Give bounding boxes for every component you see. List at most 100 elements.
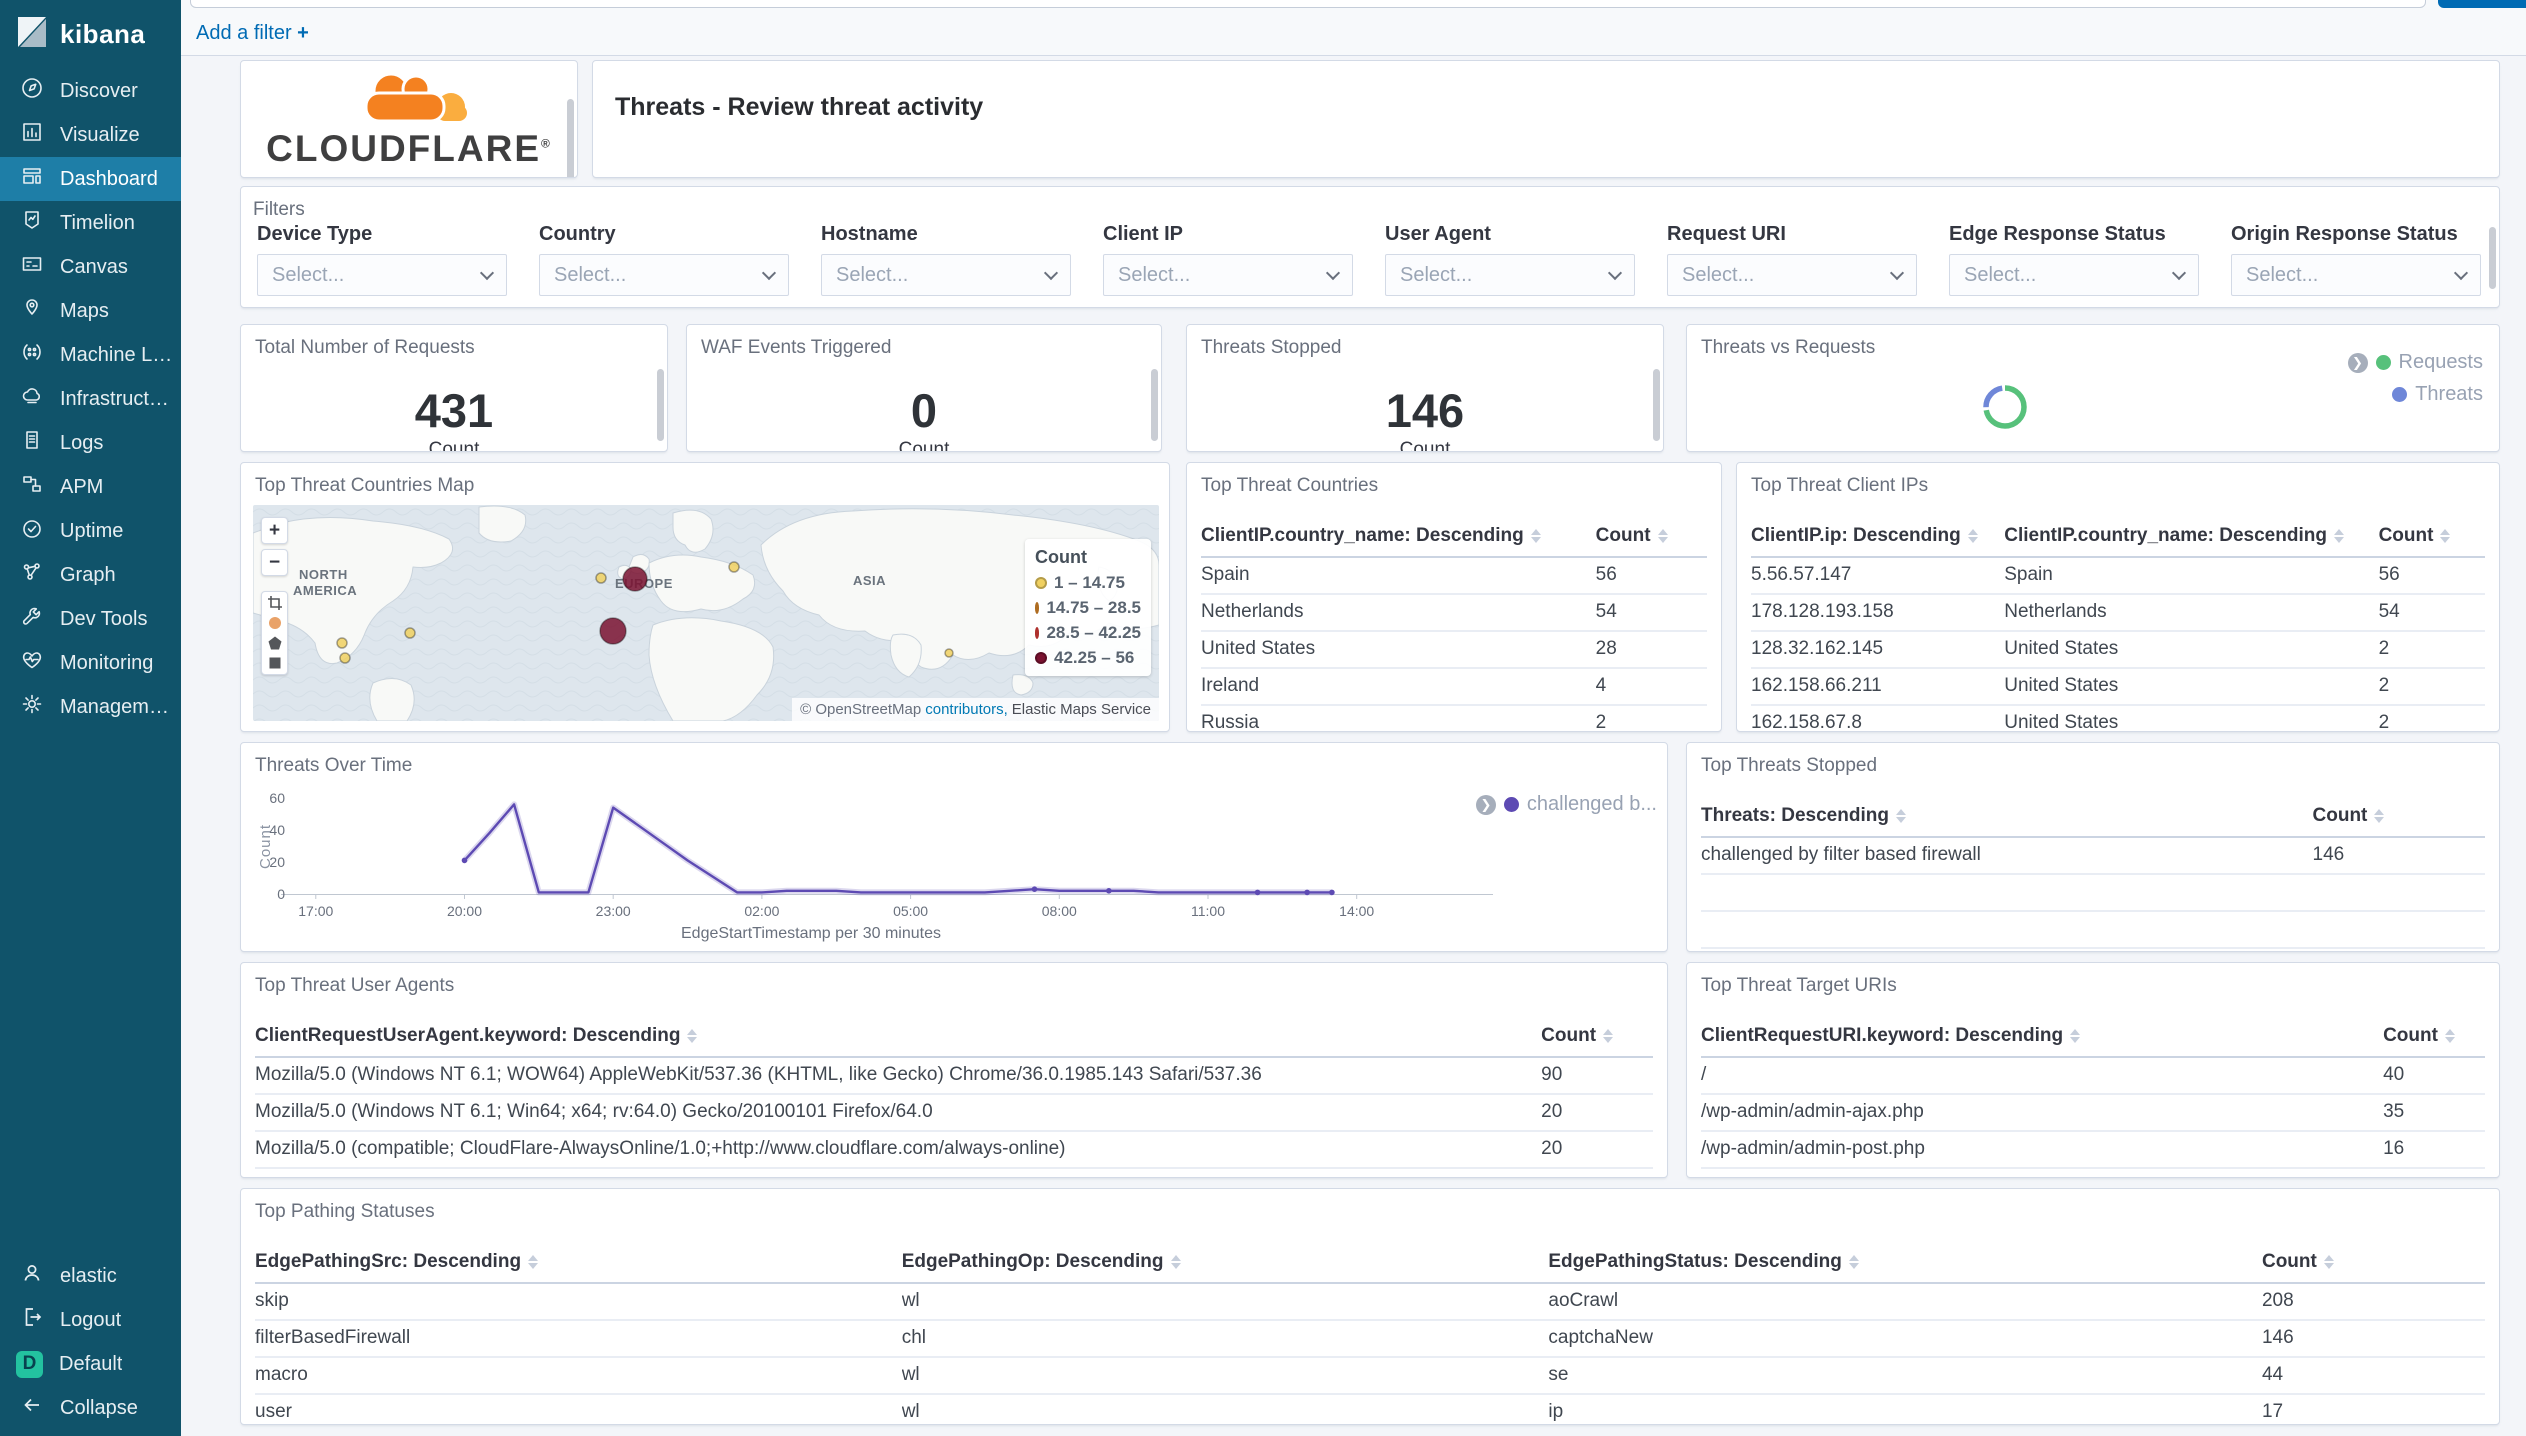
- polygon-tool-icon[interactable]: [267, 635, 283, 651]
- sidebar-item-canvas[interactable]: Canvas: [0, 245, 181, 289]
- filter-label: Device Type: [257, 223, 373, 245]
- panel-scrollbar[interactable]: [1653, 369, 1660, 441]
- map-threat-dot[interactable]: [339, 652, 351, 664]
- column-header[interactable]: Count: [2383, 1019, 2485, 1058]
- sort-icon: [1895, 804, 1906, 828]
- map-threat-dot[interactable]: [336, 637, 348, 649]
- update-button[interactable]: [2438, 0, 2526, 8]
- filter-select[interactable]: Select...: [2231, 254, 2481, 296]
- column-header[interactable]: ClientIP.country_name: Descending: [2004, 519, 2379, 558]
- query-bar[interactable]: [190, 0, 2426, 8]
- kibana-brand[interactable]: kibana: [0, 0, 181, 69]
- visualize-icon: [20, 120, 44, 150]
- circle-tool-icon[interactable]: [267, 615, 283, 631]
- column-header[interactable]: ClientRequestURI.keyword: Descending: [1701, 1019, 2384, 1058]
- column-header[interactable]: Count: [2378, 519, 2485, 558]
- sidebar: kibana Discover Visualize Dashboard Timelio…: [0, 0, 181, 1436]
- column-header[interactable]: ClientRequestUserAgent.keyword: Descendi…: [255, 1019, 1542, 1058]
- panel-scrollbar[interactable]: [657, 369, 664, 441]
- table-header-row: ClientRequestURI.keyword: Descending Coun…: [1701, 1019, 2485, 1058]
- sidebar-item-discover[interactable]: Discover: [0, 69, 181, 113]
- column-header[interactable]: Threats: Descending: [1701, 799, 2313, 838]
- select-placeholder: Select...: [1964, 263, 2037, 286]
- sidebar-item-graph[interactable]: Graph: [0, 553, 181, 597]
- svg-text:17:00: 17:00: [298, 903, 333, 919]
- table-cell: 40: [2383, 1057, 2485, 1095]
- sidebar-item-maps[interactable]: Maps: [0, 289, 181, 333]
- collapse-arrow-icon: [20, 1393, 44, 1423]
- filter-select[interactable]: Select...: [1949, 254, 2199, 296]
- map-zoom-out-button[interactable]: −: [261, 549, 288, 576]
- panel-scrollbar[interactable]: [2489, 227, 2496, 289]
- metric-value: 431: [414, 384, 494, 437]
- sidebar-item-timelion[interactable]: Timelion: [0, 201, 181, 245]
- map-threat-dot[interactable]: [595, 572, 607, 584]
- map-threat-dot[interactable]: [404, 627, 416, 639]
- sidebar-item-management[interactable]: Management: [0, 685, 181, 729]
- table-row: Spain 56: [1201, 557, 1707, 595]
- table-row: filterBasedFirewall chl captchaNew 146: [255, 1320, 2485, 1358]
- map-threat-dot[interactable]: [599, 617, 627, 645]
- table-cell: wl: [901, 1357, 1549, 1395]
- panel-scrollbar[interactable]: [1151, 369, 1158, 441]
- map-threat-dot[interactable]: [622, 566, 648, 592]
- column-header[interactable]: Count: [1541, 1019, 1653, 1058]
- sort-icon: [2333, 524, 2344, 548]
- legend-item-requests[interactable]: Requests: [2399, 351, 2484, 374]
- table-cell: Netherlands: [2004, 594, 2379, 632]
- sidebar-item-dashboard[interactable]: Dashboard: [0, 157, 181, 201]
- map-threat-dot[interactable]: [944, 648, 954, 658]
- filter-select[interactable]: Select...: [821, 254, 1071, 296]
- sidebar-item-logs[interactable]: Logs: [0, 421, 181, 465]
- legend-item-threats[interactable]: Threats: [2415, 383, 2483, 406]
- sidebar-item-infrastructure[interactable]: Infrastructure: [0, 377, 181, 421]
- sidebar-item-user[interactable]: elastic: [0, 1254, 181, 1298]
- column-header[interactable]: ClientIP.ip: Descending: [1751, 519, 2005, 558]
- table-header-row: EdgePathingSrc: Descending EdgePathingOp:…: [255, 1245, 2485, 1284]
- column-header[interactable]: EdgePathingOp: Descending: [901, 1245, 1549, 1284]
- sidebar-item-uptime[interactable]: Uptime: [0, 509, 181, 553]
- column-header[interactable]: Count: [2312, 799, 2485, 838]
- column-header[interactable]: Count: [2261, 1245, 2485, 1284]
- column-header[interactable]: EdgePathingSrc: Descending: [255, 1245, 902, 1284]
- sidebar-item-monitoring[interactable]: Monitoring: [0, 641, 181, 685]
- legend-expand-icon[interactable]: ❯: [1475, 794, 1496, 815]
- top-threat-user-agents-table: ClientRequestUserAgent.keyword: Descendi…: [255, 1019, 1653, 1177]
- threats-vs-requests-donut[interactable]: [1979, 381, 2031, 433]
- column-header[interactable]: EdgePathingStatus: Descending: [1548, 1245, 2262, 1284]
- table-cell: 54: [1595, 594, 1707, 632]
- table-row: 178.128.193.158 Netherlands 54: [1751, 594, 2485, 632]
- filter-group-user-agent: User Agent Select...: [1385, 223, 1635, 296]
- graph-icon: [20, 560, 44, 590]
- sidebar-item-collapse[interactable]: Collapse: [0, 1386, 181, 1430]
- map-zoom-in-button[interactable]: +: [261, 517, 288, 544]
- top-threats-stopped-panel: Top Threats Stopped Threats: Descending C…: [1686, 742, 2500, 952]
- sidebar-item-machine-le[interactable]: Machine Le...: [0, 333, 181, 377]
- table-cell: 2: [2378, 668, 2485, 706]
- crop-tool-icon[interactable]: [267, 595, 283, 611]
- world-map[interactable]: NORTHAMERICAEUROPEASIA + − Count 1 – 14.…: [253, 505, 1159, 721]
- table-row: United States 28: [1201, 631, 1707, 669]
- metric-label: Count: [1399, 438, 1451, 452]
- filter-select[interactable]: Select...: [1385, 254, 1635, 296]
- table-cell: 2: [2378, 705, 2485, 731]
- map-threat-dot[interactable]: [728, 561, 740, 573]
- sidebar-item-logout[interactable]: Logout: [0, 1298, 181, 1342]
- svg-text:ASIA: ASIA: [853, 573, 886, 588]
- add-filter-link[interactable]: Add a filter +: [196, 22, 309, 45]
- column-header[interactable]: ClientIP.country_name: Descending: [1201, 519, 1596, 558]
- panel-scrollbar[interactable]: [567, 99, 574, 177]
- attribution-link[interactable]: contributors,: [925, 701, 1008, 718]
- column-header[interactable]: Count: [1595, 519, 1707, 558]
- legend-expand-icon[interactable]: ❯: [2347, 352, 2368, 373]
- sidebar-item-visualize[interactable]: Visualize: [0, 113, 181, 157]
- filter-select[interactable]: Select...: [1667, 254, 1917, 296]
- filter-select[interactable]: Select...: [539, 254, 789, 296]
- rectangle-tool-icon[interactable]: [267, 655, 283, 671]
- sidebar-item-dev-tools[interactable]: Dev Tools: [0, 597, 181, 641]
- filter-select[interactable]: Select...: [257, 254, 507, 296]
- sidebar-item-apm[interactable]: APM: [0, 465, 181, 509]
- filter-select[interactable]: Select...: [1103, 254, 1353, 296]
- legend-item-challenged[interactable]: challenged b...: [1527, 793, 1657, 816]
- sidebar-item-default-space[interactable]: D Default: [0, 1342, 181, 1386]
